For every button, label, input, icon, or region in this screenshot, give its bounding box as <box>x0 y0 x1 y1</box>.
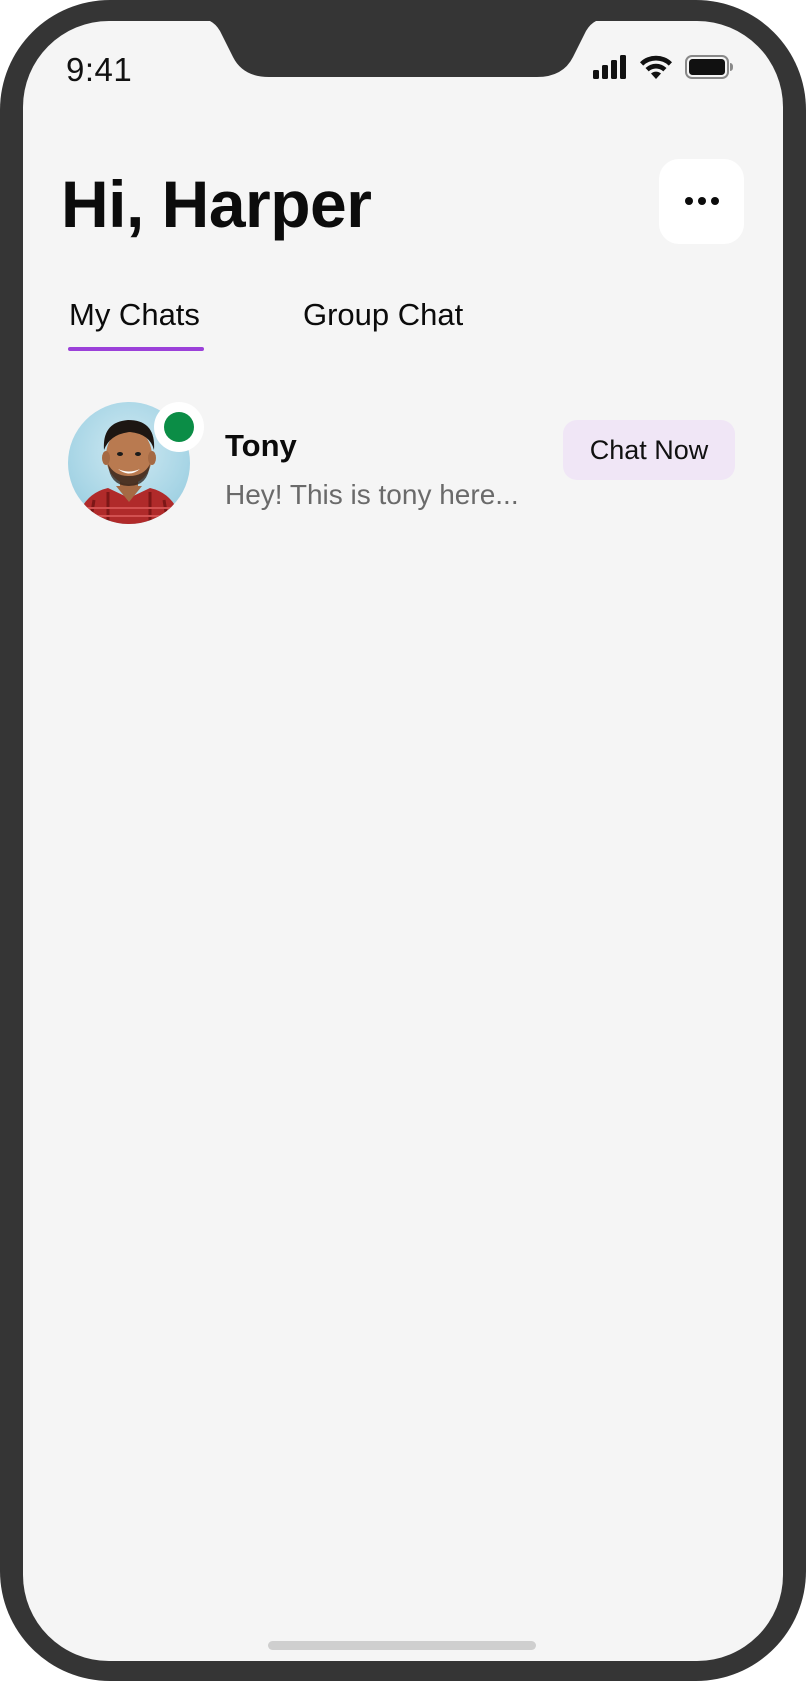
more-options-button[interactable] <box>659 159 744 244</box>
status-icons <box>593 55 733 84</box>
page-title: Hi, Harper <box>61 167 372 241</box>
device-frame: 9:41 Hi, Harper My Chats Group Chat Tony… <box>0 0 806 1681</box>
battery-icon <box>685 55 733 84</box>
tab-group-chat[interactable]: Group Chat <box>303 297 463 333</box>
wifi-icon <box>639 55 673 84</box>
more-horizontal-icon <box>684 193 720 211</box>
online-dot <box>164 412 194 442</box>
status-time: 9:41 <box>66 51 133 88</box>
cellular-signal-icon <box>593 55 627 84</box>
message-preview: Hey! This is tony here... <box>225 479 519 510</box>
tab-my-chats[interactable]: My Chats <box>69 297 200 333</box>
chat-now-button[interactable]: Chat Now <box>563 420 735 480</box>
notch <box>209 21 597 77</box>
home-indicator[interactable] <box>268 1641 536 1650</box>
chat-tabs: My Chats Group Chat <box>23 297 783 367</box>
online-status-indicator <box>154 402 204 452</box>
contact-name: Tony <box>225 428 297 463</box>
phone-screen: 9:41 Hi, Harper My Chats Group Chat Tony… <box>23 21 783 1661</box>
chat-list-item[interactable]: Tony Hey! This is tony here... Chat Now <box>23 376 783 526</box>
active-tab-indicator <box>68 347 204 351</box>
